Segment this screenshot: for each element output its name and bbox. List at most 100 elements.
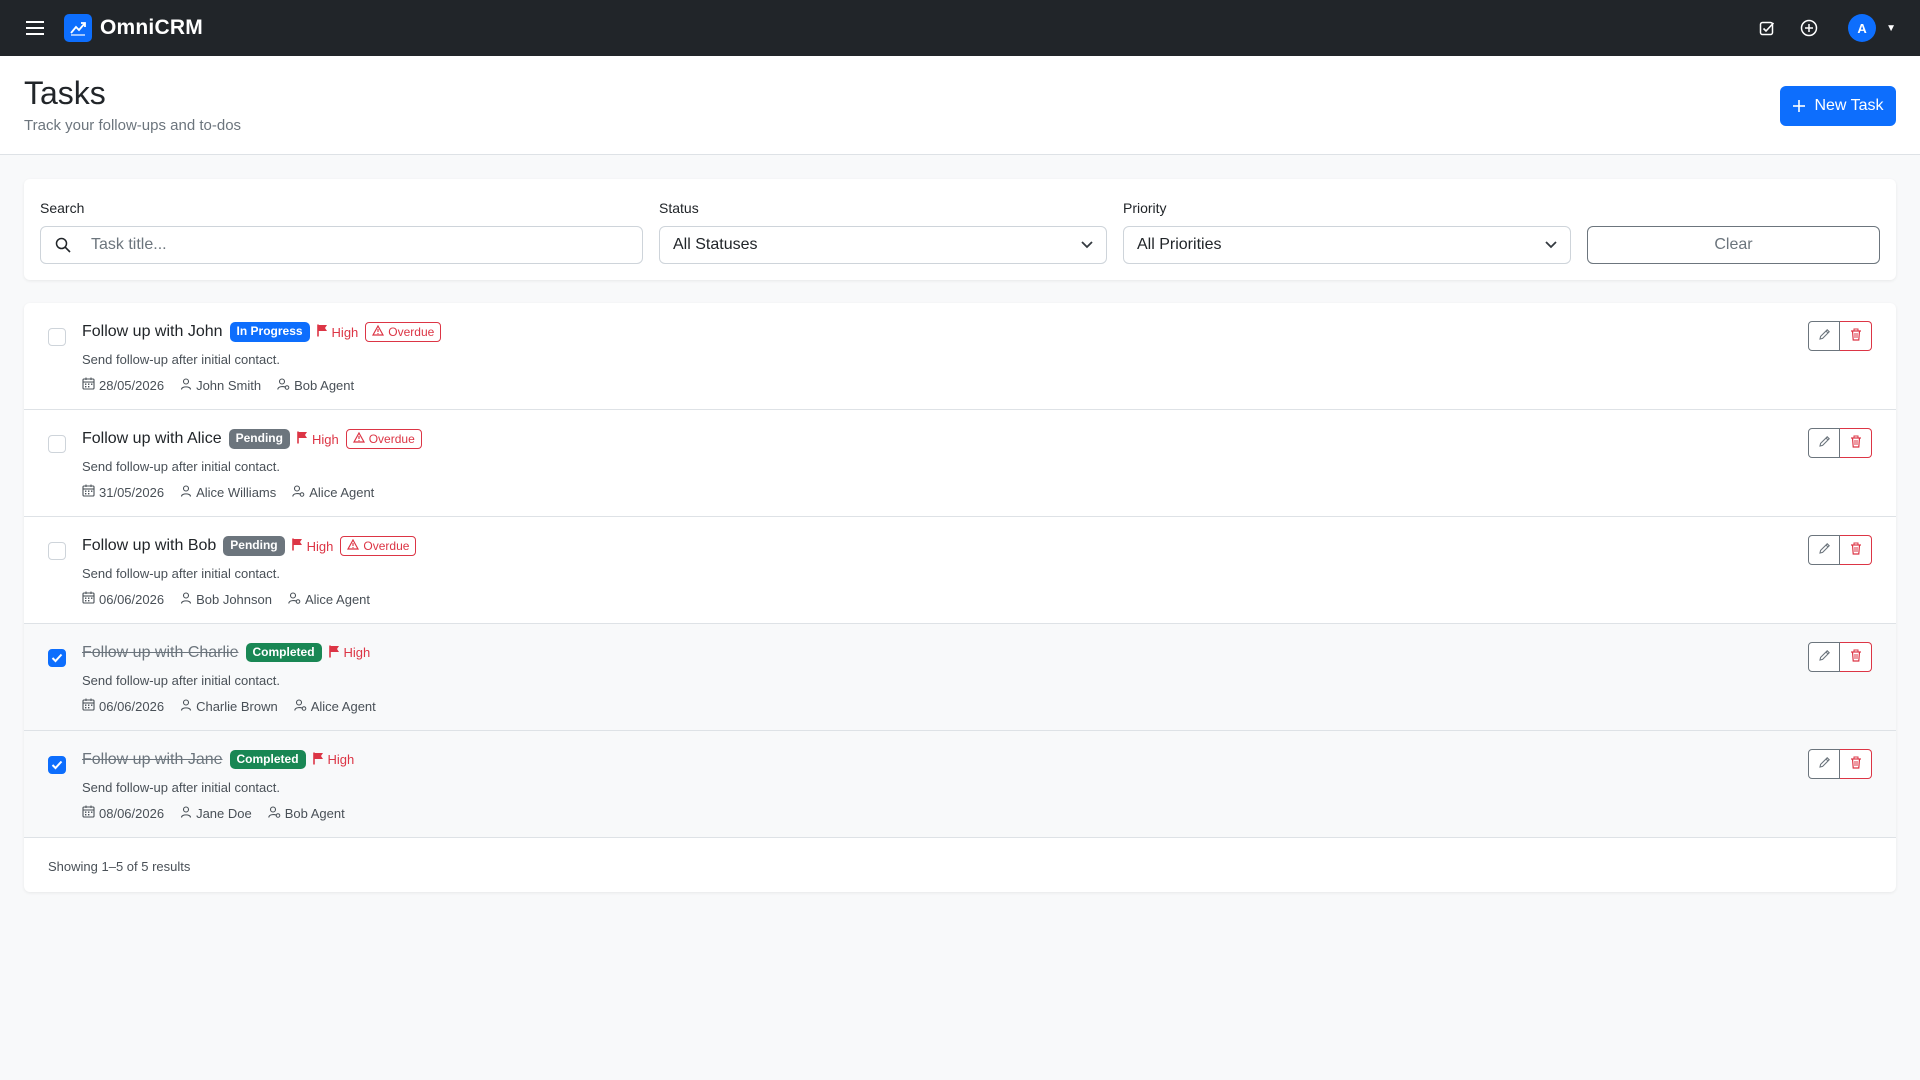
priority-label: Priority (1123, 200, 1167, 216)
contact-name: Bob Johnson (196, 591, 272, 607)
trash-icon (1850, 328, 1862, 344)
task-row: Follow up with Bob Pending High Overdue … (24, 517, 1896, 624)
delete-task-button[interactable] (1840, 428, 1872, 458)
edit-task-button[interactable] (1808, 535, 1840, 565)
flag-icon (297, 431, 308, 447)
priority-label: High (306, 538, 334, 554)
pencil-icon (1818, 542, 1831, 558)
plus-circle-icon[interactable] (1798, 17, 1820, 39)
task-description: Send follow-up after initial contact. (82, 352, 280, 367)
agent-name: Bob Agent (294, 377, 355, 393)
calendar-icon (82, 484, 95, 500)
delete-task-button[interactable] (1840, 321, 1872, 351)
results-summary: Showing 1–5 of 5 results (48, 859, 191, 874)
trash-icon (1850, 542, 1862, 558)
task-complete-checkbox[interactable] (48, 435, 66, 453)
pencil-icon (1818, 435, 1831, 451)
task-title: Follow up with Bob (82, 537, 217, 554)
status-badge: Pending (228, 429, 290, 449)
top-navbar: OmniCRM A ▼ (0, 0, 1920, 56)
task-meta: 08/06/2026 Jane Doe Bob Agent (82, 805, 361, 821)
agent-name: Alice Agent (309, 484, 375, 500)
priority-select-value: All Priorities (1137, 236, 1222, 253)
calendar-icon (82, 805, 95, 821)
person-icon (180, 484, 192, 500)
task-actions (1808, 535, 1872, 565)
person-icon (180, 805, 192, 821)
new-task-button[interactable]: New Task (1780, 86, 1896, 126)
status-badge: In Progress (229, 322, 310, 342)
brand-link[interactable]: OmniCRM (64, 14, 203, 42)
warning-icon (352, 431, 365, 446)
search-icon (41, 237, 85, 253)
task-description: Send follow-up after initial contact. (82, 566, 280, 581)
plus-icon (1793, 100, 1806, 112)
task-complete-checkbox[interactable] (48, 756, 66, 774)
flag-icon (291, 538, 303, 554)
trash-icon (1850, 649, 1862, 665)
search-placeholder: Task title... (91, 236, 167, 253)
edit-task-button[interactable] (1808, 749, 1840, 779)
delete-task-button[interactable] (1840, 535, 1872, 565)
delete-task-button[interactable] (1840, 749, 1872, 779)
warning-icon (372, 324, 385, 339)
task-row: Follow up with Jane Completed High Send … (24, 731, 1896, 838)
task-complete-checkbox[interactable] (48, 542, 66, 560)
task-meta: 06/06/2026 Bob Johnson Alice Agent (82, 591, 386, 607)
delete-task-button[interactable] (1840, 642, 1872, 672)
priority-select[interactable]: All Priorities (1123, 226, 1571, 264)
priority-indicator: High (312, 752, 355, 768)
pencil-icon (1818, 328, 1831, 344)
agent-icon (293, 698, 307, 714)
calendar-icon (82, 591, 95, 607)
task-title: Follow up with Charlie (82, 643, 239, 661)
contact-name: Charlie Brown (196, 698, 278, 714)
due-date: 08/06/2026 (99, 805, 165, 821)
task-list-card: Follow up with John In Progress High Ove… (24, 303, 1896, 892)
person-icon (180, 591, 192, 607)
status-label: Status (659, 200, 699, 216)
task-meta: 28/05/2026 John Smith Bob Agent (82, 377, 370, 393)
due-date: 06/06/2026 (99, 591, 165, 607)
edit-task-button[interactable] (1808, 321, 1840, 351)
pencil-icon (1818, 649, 1831, 665)
agent-icon (292, 484, 305, 500)
priority-indicator: High (297, 431, 339, 447)
overdue-label: Overdue (388, 325, 435, 339)
flag-icon (328, 645, 340, 661)
contact-name: Jane Doe (196, 805, 252, 821)
task-description: Send follow-up after initial contact. (82, 780, 280, 795)
search-label: Search (40, 200, 85, 216)
hamburger-icon[interactable] (24, 17, 46, 39)
task-meta: 06/06/2026 Charlie Brown Alice Agent (82, 698, 392, 714)
priority-indicator: High (291, 538, 334, 554)
page-title: Tasks (24, 75, 106, 111)
overdue-badge: Overdue (345, 429, 422, 449)
chevron-down-icon (1532, 241, 1570, 249)
trash-icon (1850, 756, 1862, 772)
check-square-icon[interactable] (1756, 17, 1778, 39)
chevron-down-icon (1068, 241, 1106, 249)
page-header: Tasks Track your follow-ups and to-dos N… (0, 56, 1920, 155)
task-description: Send follow-up after initial contact. (82, 459, 280, 474)
due-date: 28/05/2026 (99, 377, 165, 393)
priority-label: High (311, 431, 339, 447)
task-actions (1808, 749, 1872, 779)
task-complete-checkbox[interactable] (48, 649, 66, 667)
search-input[interactable]: Task title... (40, 226, 643, 264)
clear-filters-button[interactable]: Clear (1587, 226, 1880, 264)
pencil-icon (1818, 756, 1831, 772)
status-select[interactable]: All Statuses (659, 226, 1107, 264)
priority-label: High (327, 752, 355, 768)
person-icon (180, 698, 192, 714)
warning-icon (347, 538, 360, 553)
edit-task-button[interactable] (1808, 428, 1840, 458)
status-badge: Completed (229, 750, 306, 770)
task-complete-checkbox[interactable] (48, 328, 66, 346)
caret-down-icon[interactable]: ▼ (1886, 23, 1896, 34)
user-avatar[interactable]: A (1848, 14, 1877, 42)
task-row: Follow up with Alice Pending High Overdu… (24, 410, 1896, 517)
edit-task-button[interactable] (1808, 642, 1840, 672)
task-title: Follow up with Jane (82, 750, 223, 768)
priority-label: High (343, 645, 371, 661)
